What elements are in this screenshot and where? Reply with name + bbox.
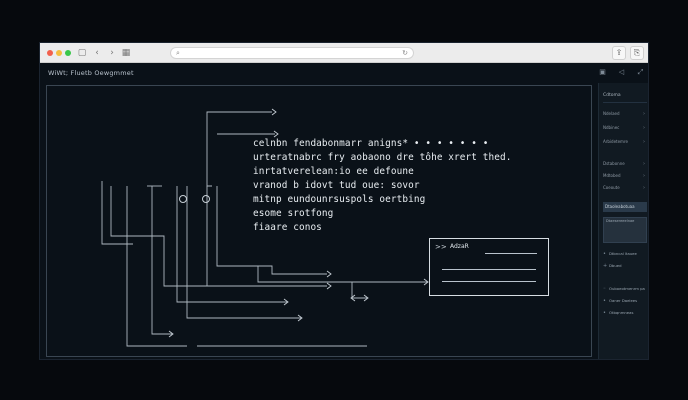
double-chevron-icon: >>	[435, 243, 447, 251]
code-line-2: urteratnabrc fry aobaono dre tôhe xrert …	[253, 152, 512, 163]
sidebar-item[interactable]: Ndbinec ›	[603, 123, 647, 133]
sidebar-item[interactable]: Mdtobed ›	[603, 171, 647, 181]
sidebar-row[interactable]: + Dbued	[603, 261, 648, 270]
card-text-line	[442, 281, 536, 282]
share-icon[interactable]: ⇪	[612, 46, 626, 60]
sidebar-panel[interactable]: Dtaesereeelnae	[603, 217, 647, 243]
page-title: WiWt; Fluetb Oewgmmet	[48, 69, 134, 77]
address-bar[interactable]: ⌕ ↻	[170, 47, 414, 59]
chevron-right-icon: ›	[643, 173, 645, 179]
sidebar-item[interactable]: Arbidetemre ›	[603, 137, 647, 147]
forward-icon[interactable]: ›	[106, 47, 118, 59]
browser-window: ▢ ‹ › ▦ ⌕ ↻ ⇪ ⎘ WiWt; Fluetb Oewgmmet ▣ …	[39, 42, 649, 360]
card-text-line	[442, 269, 536, 270]
code-line-5: mitnp eundounrsuspols oertbing	[253, 194, 426, 205]
close-window-button[interactable]	[47, 50, 53, 56]
chevron-right-icon: ›	[643, 161, 645, 167]
sidebar-row[interactable]: • Dtbncal ltauee	[603, 249, 648, 258]
card-divider	[485, 253, 537, 254]
code-line-3: inrtatverelean:io ee defoune	[253, 166, 414, 177]
window-icon[interactable]: ▣	[598, 68, 607, 77]
code-line-6: esome srotfong	[253, 208, 334, 219]
extensions-icon[interactable]: ⎘	[630, 46, 644, 60]
send-icon[interactable]: ◁	[617, 68, 626, 77]
card-label: AdzaR	[450, 243, 469, 250]
sidebar-item[interactable]: Dstabonne ›	[603, 159, 647, 169]
sidebar-item[interactable]: Ndelaed ›	[603, 109, 647, 119]
browser-chrome: ▢ ‹ › ▦ ⌕ ↻ ⇪ ⎘	[40, 43, 648, 63]
chevron-right-icon: ›	[643, 185, 645, 191]
zoom-window-button[interactable]	[65, 50, 71, 56]
sidebar-row[interactable]: • Otbqnmneas	[603, 308, 648, 317]
expand-icon[interactable]: ⤢	[636, 68, 645, 77]
sidebar-toggle-icon[interactable]: ▢	[76, 47, 88, 59]
sidebar-select[interactable]: Dtaoleabotuaa	[603, 202, 647, 212]
panel-label: Dtaesereeelnae	[606, 219, 635, 223]
back-icon[interactable]: ‹	[91, 47, 103, 59]
search-icon: ⌕	[176, 49, 180, 57]
node-card[interactable]: >> AdzaR	[429, 238, 549, 296]
sidebar-row[interactable]: ◦ Ouboeotmenrm pa	[603, 284, 648, 293]
chevron-right-icon: ›	[643, 111, 645, 117]
code-line-1: celnbn fendabonmarr anigns* • • • • • • …	[253, 138, 489, 149]
chevron-right-icon: ›	[643, 125, 645, 131]
sidebar-row[interactable]: • Oaner Daelees	[603, 296, 648, 305]
properties-sidebar: Cdtoma Ndelaed › Ndbinec › Arbidetemre › Ds…	[598, 83, 648, 359]
code-line-7: fiaare conos	[253, 222, 322, 233]
sidebar-item[interactable]: Coeoute ›	[603, 183, 647, 193]
chevron-right-icon: ›	[643, 139, 645, 145]
sidebar-header: Cdtoma	[603, 89, 647, 103]
minimize-window-button[interactable]	[56, 50, 62, 56]
code-line-4: vranod b idovt tud oue: sovor	[253, 180, 420, 191]
app-area: WiWt; Fluetb Oewgmmet ▣ ◁ ⤢ celnbn fenda…	[40, 63, 648, 359]
reload-icon[interactable]: ↻	[402, 48, 408, 59]
tab-grid-icon[interactable]: ▦	[120, 47, 132, 59]
diagram-canvas[interactable]: celnbn fendabonmarr anigns* • • • • • • …	[46, 85, 592, 357]
